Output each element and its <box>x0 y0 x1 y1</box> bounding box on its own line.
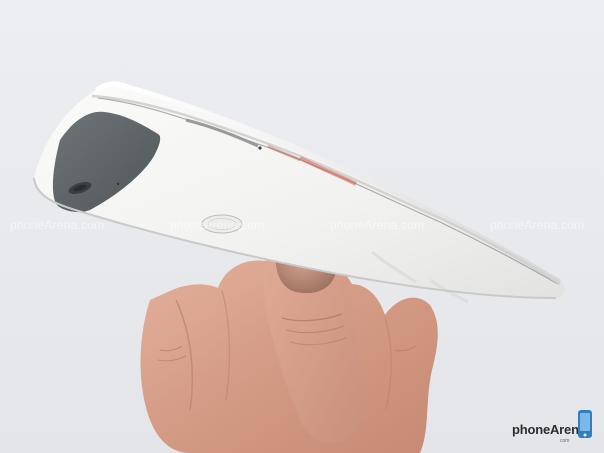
corner-watermark-sub: com <box>560 438 570 444</box>
corner-watermark-text: phoneArena <box>512 422 586 437</box>
corner-watermark: phoneArena com <box>512 408 600 448</box>
photo-scene <box>0 0 604 453</box>
phonearena-logo-icon <box>578 410 592 438</box>
